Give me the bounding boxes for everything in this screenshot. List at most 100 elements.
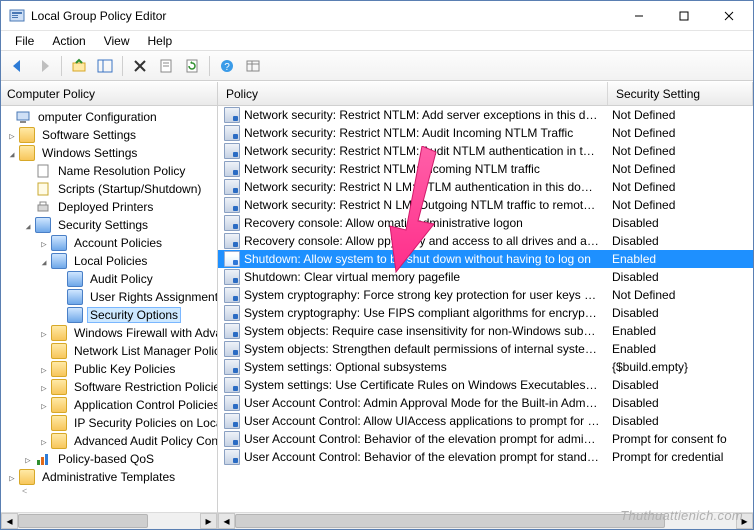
policy-name: Network security: Restrict N LM: NTLM au…	[244, 180, 606, 194]
policy-row[interactable]: Network security: Restrict N LM: NTLM au…	[218, 178, 753, 196]
tree-hscrollbar[interactable]: ◂ ▸	[1, 512, 217, 529]
policy-row[interactable]: Network security: Restrict NTLM: Audit I…	[218, 124, 753, 142]
policy-row[interactable]: User Account Control: Admin Approval Mod…	[218, 394, 753, 412]
properties-button[interactable]	[155, 55, 177, 77]
policy-row[interactable]: Shutdown: Allow system to be shut down w…	[218, 250, 753, 268]
col-security-setting[interactable]: Security Setting	[608, 82, 753, 105]
tree-pubkey[interactable]: Public Key Policies	[71, 361, 178, 377]
tree-computer-config[interactable]: omputer Configuration	[35, 109, 160, 125]
policy-row[interactable]: System cryptography: Force strong key pr…	[218, 286, 753, 304]
tree-aap[interactable]: Advanced Audit Policy Con	[71, 433, 217, 449]
close-button[interactable]	[706, 2, 751, 30]
policy-name: Network security: Restrict NTLM: Audit I…	[244, 126, 606, 140]
tree-local-policies[interactable]: Local Policies	[71, 253, 150, 269]
tree-nlm[interactable]: Network List Manager Policie	[71, 343, 217, 359]
folder-icon	[51, 325, 67, 341]
maximize-button[interactable]	[661, 2, 706, 30]
delete-button[interactable]	[129, 55, 151, 77]
policy-row[interactable]: Network security: Restrict N LM: Outgoin…	[218, 196, 753, 214]
policy-row[interactable]: Shutdown: Clear virtual memory pagefileD…	[218, 268, 753, 286]
policy-name: User Account Control: Admin Approval Mod…	[244, 396, 606, 410]
help-button[interactable]: ?	[216, 55, 238, 77]
policy-name: System cryptography: Force strong key pr…	[244, 288, 606, 302]
list-scroll[interactable]: Network security: Restrict NTLM: Add ser…	[218, 106, 753, 512]
policy-icon	[224, 125, 240, 141]
policy-setting: Not Defined	[606, 180, 753, 194]
titlebar[interactable]: Local Group Policy Editor	[1, 1, 753, 31]
tree-scripts[interactable]: Scripts (Startup/Shutdown)	[55, 181, 204, 197]
tree-scroll[interactable]: omputer Configuration Software Settings …	[1, 106, 217, 512]
policy-name: User Account Control: Behavior of the el…	[244, 450, 606, 464]
tree-ipsec[interactable]: IP Security Policies on Local	[71, 415, 217, 431]
show-hide-tree-button[interactable]	[94, 55, 116, 77]
script-icon	[35, 181, 51, 197]
tree-audit-policy[interactable]: Audit Policy	[87, 271, 156, 287]
policy-row[interactable]: Network security: Restrict NTLM: Audit N…	[218, 142, 753, 160]
policy-row[interactable]: System settings: Optional subsystems{$bu…	[218, 358, 753, 376]
scroll-left-icon[interactable]: ◂	[218, 513, 235, 529]
menu-file[interactable]: File	[7, 32, 42, 50]
folder-icon	[67, 271, 83, 287]
menu-view[interactable]: View	[96, 32, 138, 50]
policy-icon	[224, 197, 240, 213]
tree-software-settings[interactable]: Software Settings	[39, 127, 139, 143]
back-button[interactable]	[7, 55, 29, 77]
policy-row[interactable]: User Account Control: Allow UIAccess app…	[218, 412, 753, 430]
policy-row[interactable]: System settings: Use Certificate Rules o…	[218, 376, 753, 394]
col-policy[interactable]: Policy	[218, 82, 608, 105]
export-button[interactable]	[242, 55, 264, 77]
policy-icon	[224, 395, 240, 411]
menubar: File Action View Help	[1, 31, 753, 51]
list-hscrollbar[interactable]: ◂ ▸	[218, 512, 753, 529]
tree-security-options[interactable]: Security Options	[87, 307, 181, 323]
tree-name-resolution[interactable]: Name Resolution Policy	[55, 163, 188, 179]
policy-icon	[224, 341, 240, 357]
tree-admin-templates[interactable]: Administrative Templates	[39, 469, 178, 485]
tree-account-policies[interactable]: Account Policies	[71, 235, 165, 251]
policy-icon	[224, 323, 240, 339]
policy-name: System objects: Require case insensitivi…	[244, 324, 606, 338]
scroll-left-icon[interactable]: ◂	[1, 513, 18, 529]
policy-icon	[224, 377, 240, 393]
policy-row[interactable]: System objects: Strengthen default permi…	[218, 340, 753, 358]
policy-name: Recovery console: Allow ppy copy and acc…	[244, 234, 606, 248]
tree-acp[interactable]: Application Control Policies	[71, 397, 217, 413]
tree-user-rights[interactable]: User Rights Assignment	[87, 289, 217, 305]
policy-row[interactable]: Recovery console: Allow ppy copy and acc…	[218, 232, 753, 250]
menu-action[interactable]: Action	[44, 32, 93, 50]
tree-pane: Computer Policy omputer Configuration So…	[1, 82, 218, 529]
refresh-button[interactable]	[181, 55, 203, 77]
policy-row[interactable]: User Account Control: Behavior of the el…	[218, 430, 753, 448]
policy-row[interactable]: System cryptography: Use FIPS compliant …	[218, 304, 753, 322]
scroll-thumb[interactable]	[18, 514, 148, 528]
policy-row[interactable]: Network security: Restrict NTLM: Incomin…	[218, 160, 753, 178]
policy-setting: Not Defined	[606, 144, 753, 158]
navigation-tree: omputer Configuration Software Settings …	[1, 106, 217, 506]
scroll-right-icon[interactable]: ▸	[200, 513, 217, 529]
scroll-thumb[interactable]	[235, 514, 665, 528]
policy-row[interactable]: Network security: Restrict NTLM: Add ser…	[218, 106, 753, 124]
computer-icon	[15, 109, 31, 125]
tree-windows-settings[interactable]: Windows Settings	[39, 145, 140, 161]
minimize-button[interactable]	[616, 2, 661, 30]
forward-button[interactable]	[33, 55, 55, 77]
content-area: Computer Policy omputer Configuration So…	[1, 81, 753, 529]
tree-qos[interactable]: Policy-based QoS	[55, 451, 157, 467]
policy-row[interactable]: User Account Control: Behavior of the el…	[218, 448, 753, 466]
menu-help[interactable]: Help	[140, 32, 181, 50]
tree-deployed-printers[interactable]: Deployed Printers	[55, 199, 156, 215]
policy-row[interactable]: System objects: Require case insensitivi…	[218, 322, 753, 340]
policy-row[interactable]: Recovery console: Allow omatic administr…	[218, 214, 753, 232]
folder-icon	[19, 145, 35, 161]
tree-header[interactable]: Computer Policy	[1, 82, 217, 106]
tree-security-settings[interactable]: Security Settings	[55, 217, 151, 233]
tree-firewall[interactable]: Windows Firewall with Advanced	[71, 325, 217, 341]
policy-setting: Prompt for credential	[606, 450, 753, 464]
tree-srp[interactable]: Software Restriction Policies	[71, 379, 217, 395]
policy-setting: {$build.empty}	[606, 360, 753, 374]
policy-icon	[224, 107, 240, 123]
policy-icon	[224, 449, 240, 465]
list-pane: Policy Security Setting Network security…	[218, 82, 753, 529]
up-button[interactable]	[68, 55, 90, 77]
scroll-right-icon[interactable]: ▸	[736, 513, 753, 529]
